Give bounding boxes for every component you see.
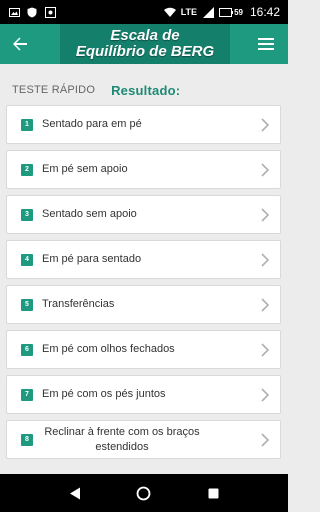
item-label: Em pé com olhos fechados xyxy=(42,343,175,355)
nav-recents-button[interactable] xyxy=(203,483,223,503)
arrow-left-icon xyxy=(13,37,27,51)
item-label: Em pé sem apoio xyxy=(42,163,128,175)
photo-icon xyxy=(8,6,20,18)
chevron-right-icon xyxy=(261,297,270,312)
item-label: Transferências xyxy=(42,298,115,310)
tab-quick-test[interactable]: TESTE RÁPIDO xyxy=(12,84,95,96)
back-triangle-icon xyxy=(69,487,80,499)
list-item[interactable]: 1 Sentado para em pé xyxy=(6,105,281,144)
tab-result[interactable]: Resultado: xyxy=(111,83,180,98)
list-item[interactable]: 5 Transferências xyxy=(6,285,281,324)
item-number-badge: 4 xyxy=(21,253,33,266)
signal-icon xyxy=(202,6,214,18)
menu-button[interactable] xyxy=(258,34,278,54)
list-item[interactable]: 6 Em pé com olhos fechados xyxy=(6,330,281,369)
clock: 16:42 xyxy=(249,5,280,19)
hamburger-line xyxy=(258,43,274,45)
status-bar: LTE 59 16:42 xyxy=(0,0,288,24)
app-logo-title: Escala de Equilíbrio de BERG xyxy=(60,24,230,64)
back-button[interactable] xyxy=(0,24,40,64)
item-number-badge: 7 xyxy=(21,388,33,401)
item-number-badge: 1 xyxy=(21,118,33,131)
wifi-icon xyxy=(163,6,176,18)
nav-back-button[interactable] xyxy=(65,483,85,503)
hamburger-menu-icon xyxy=(258,38,274,40)
item-label: Em pé para sentado xyxy=(42,253,142,265)
nav-home-button[interactable] xyxy=(134,483,154,503)
tabs: TESTE RÁPIDO Resultado: xyxy=(0,76,288,104)
list-item[interactable]: 8 Reclinar à frente com os braços estend… xyxy=(6,420,281,459)
test-item-list: 1 Sentado para em pé 2 Em pé sem apoio 3… xyxy=(6,105,281,465)
chevron-right-icon xyxy=(261,342,270,357)
chevron-right-icon xyxy=(261,162,270,177)
battery-icon xyxy=(219,6,234,18)
item-label: Sentado para em pé xyxy=(42,118,142,130)
item-label: Sentado sem apoio xyxy=(42,208,137,220)
battery-level: 59 xyxy=(234,7,243,17)
item-number-badge: 2 xyxy=(21,163,33,176)
image-icon xyxy=(44,6,56,18)
app-title-line2: Equilíbrio de BERG xyxy=(75,43,215,60)
list-item[interactable]: 2 Em pé sem apoio xyxy=(6,150,281,189)
item-number-badge: 3 xyxy=(21,208,33,221)
list-item[interactable]: 3 Sentado sem apoio xyxy=(6,195,281,234)
app-title-line1: Escala de xyxy=(110,27,180,44)
home-circle-icon xyxy=(137,486,151,500)
shield-icon xyxy=(26,6,38,18)
chevron-right-icon xyxy=(261,252,270,267)
hamburger-line xyxy=(258,48,274,50)
chevron-right-icon xyxy=(261,387,270,402)
item-label: Reclinar à frente com os braços estendid… xyxy=(42,425,202,455)
item-number-badge: 8 xyxy=(21,433,33,446)
item-label-line2: estendidos xyxy=(95,440,149,453)
item-number-badge: 5 xyxy=(21,298,33,311)
chevron-right-icon xyxy=(261,207,270,222)
list-item[interactable]: 7 Em pé com os pés juntos xyxy=(6,375,281,414)
list-item[interactable]: 4 Em pé para sentado xyxy=(6,240,281,279)
system-nav-bar xyxy=(0,474,288,512)
chevron-right-icon xyxy=(261,117,270,132)
item-number-badge: 6 xyxy=(21,343,33,356)
network-type: LTE xyxy=(180,7,198,17)
item-label: Em pé com os pés juntos xyxy=(42,388,166,400)
app-bar: Escala de Equilíbrio de BERG xyxy=(0,24,288,64)
recents-square-icon xyxy=(208,488,219,498)
item-label-line1: Reclinar à frente com os braços xyxy=(44,425,200,438)
chevron-right-icon xyxy=(261,432,270,447)
